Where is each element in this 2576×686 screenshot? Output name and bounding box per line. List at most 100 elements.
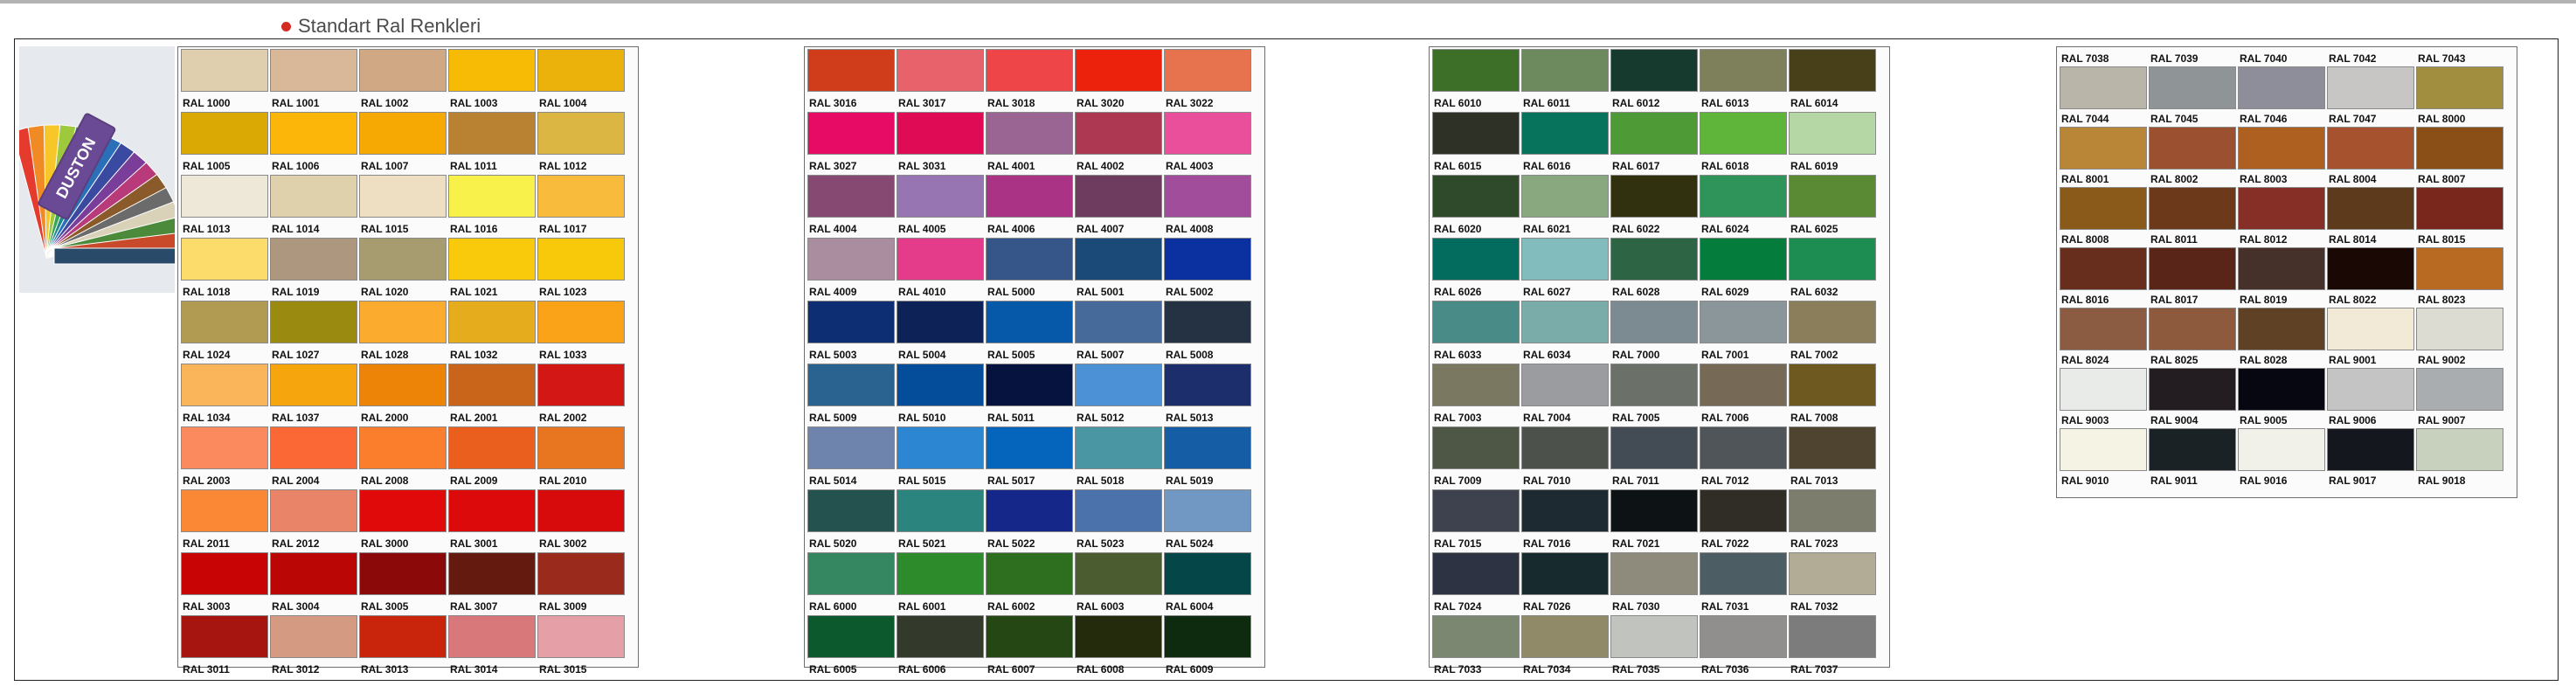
swatch-label: RAL 6026 (1434, 286, 1482, 298)
swatch-label: RAL 1028 (361, 349, 409, 361)
color-swatch-cell: RAL 2009 (448, 426, 536, 489)
swatch-label: RAL 8002 (2150, 173, 2199, 185)
color-swatch-cell: RAL 5002 (1164, 238, 1251, 301)
color-swatch-cell: RAL 6026 (1432, 238, 1520, 301)
swatch-label: RAL 6032 (1790, 286, 1839, 298)
color-swatch (1075, 489, 1162, 532)
color-swatch-cell: RAL 5018 (1075, 426, 1162, 489)
color-swatch-cell: RAL 5003 (807, 301, 895, 364)
color-swatch (2238, 368, 2325, 411)
color-swatch (1521, 552, 1609, 595)
color-swatch-cell: RAL 8007 (2416, 170, 2503, 230)
color-swatch (1700, 489, 1787, 532)
color-swatch (181, 615, 268, 658)
color-swatch-cell: RAL 8025 (2149, 350, 2236, 411)
ral-panel-2: RAL 3016 RAL 3017 RAL 3018 RAL 3020 RAL 3022… (804, 46, 1265, 675)
color-swatch-cell: RAL 7026 (1521, 552, 1609, 615)
swatch-label: RAL 3011 (183, 663, 230, 676)
color-swatch (1164, 615, 1251, 658)
color-swatch (2149, 66, 2236, 109)
swatch-label: RAL 1000 (183, 97, 231, 109)
color-swatch-cell: RAL 5001 (1075, 238, 1162, 301)
color-swatch (1521, 175, 1609, 218)
swatch-label: RAL 3031 (898, 160, 946, 172)
color-swatch-cell: RAL 5005 (986, 301, 1073, 364)
color-swatch (807, 552, 895, 595)
swatch-label: RAL 7032 (1790, 600, 1839, 613)
swatch-label: RAL 6008 (1077, 663, 1125, 676)
color-swatch (1789, 238, 1876, 281)
color-swatch-cell: RAL 7037 (1789, 615, 1876, 678)
swatch-label: RAL 6021 (1523, 223, 1571, 235)
color-swatch-cell: RAL 4001 (986, 112, 1073, 175)
color-swatch-cell: RAL 7031 (1700, 552, 1787, 615)
color-swatch-cell: RAL 3003 (181, 552, 268, 615)
color-swatch-cell: RAL 7040 (2238, 49, 2325, 109)
swatch-label: RAL 8022 (2329, 294, 2377, 306)
swatch-label: RAL 5010 (898, 412, 946, 424)
color-swatch (2416, 428, 2503, 471)
color-swatch-cell: RAL 7046 (2238, 109, 2325, 170)
color-swatch (2416, 127, 2503, 170)
swatch-label: RAL 5007 (1077, 349, 1125, 361)
color-swatch-cell: RAL 7021 (1610, 489, 1698, 552)
color-swatch-cell: RAL 9006 (2327, 411, 2414, 471)
color-swatch (1164, 238, 1251, 281)
color-swatch (897, 552, 984, 595)
color-swatch (1432, 49, 1520, 92)
color-swatch-cell: RAL 6009 (1164, 615, 1251, 678)
color-swatch (1610, 301, 1698, 343)
color-swatch (2327, 66, 2414, 109)
color-swatch (1610, 426, 1698, 469)
color-swatch-cell: RAL 8015 (2416, 230, 2503, 290)
color-swatch-cell: RAL 4006 (986, 175, 1073, 238)
color-swatch (2416, 247, 2503, 290)
swatch-label: RAL 5013 (1166, 412, 1214, 424)
swatch-label: RAL 9005 (2240, 414, 2288, 426)
color-swatch (1700, 364, 1787, 406)
swatch-label: RAL 4008 (1166, 223, 1214, 235)
swatch-label: RAL 1003 (450, 97, 498, 109)
color-swatch (181, 489, 268, 532)
swatch-label: RAL 2002 (539, 412, 587, 424)
color-swatch-cell: RAL 6029 (1700, 238, 1787, 301)
color-swatch (1700, 175, 1787, 218)
swatch-label: RAL 9010 (2061, 475, 2109, 487)
color-swatch (1789, 49, 1876, 92)
swatch-label: RAL 7023 (1790, 537, 1839, 550)
color-swatch-cell: RAL 7044 (2060, 109, 2147, 170)
color-swatch-cell: RAL 7030 (1610, 552, 1698, 615)
color-swatch (1164, 49, 1251, 92)
color-swatch (2327, 127, 2414, 170)
color-swatch-cell: RAL 2011 (181, 489, 268, 552)
color-swatch-cell: RAL 1023 (537, 238, 625, 301)
color-swatch (1521, 238, 1609, 281)
color-swatch (1521, 49, 1609, 92)
color-swatch (1610, 615, 1698, 658)
swatch-label: RAL 7013 (1790, 475, 1839, 487)
swatch-label: RAL 8014 (2329, 233, 2377, 246)
swatch-label: RAL 7012 (1701, 475, 1749, 487)
color-swatch (181, 364, 268, 406)
swatch-label: RAL 3022 (1166, 97, 1214, 109)
color-swatch-cell: RAL 5021 (897, 489, 984, 552)
color-swatch-cell: RAL 6010 (1432, 49, 1520, 112)
swatch-label: RAL 6002 (987, 600, 1035, 613)
color-swatch-cell: RAL 4008 (1164, 175, 1251, 238)
color-swatch (1075, 112, 1162, 155)
swatch-label: RAL 9007 (2418, 414, 2466, 426)
swatch-label: RAL 9004 (2150, 414, 2199, 426)
swatch-label: RAL 8024 (2061, 354, 2109, 366)
swatch-label: RAL 1005 (183, 160, 231, 172)
color-fan-image: DUSTON (11, 46, 186, 293)
color-swatch-cell: RAL 6014 (1789, 49, 1876, 112)
color-swatch-cell: RAL 7024 (1432, 552, 1520, 615)
swatch-label: RAL 7039 (2150, 52, 2199, 65)
color-swatch (2238, 247, 2325, 290)
color-swatch-cell: RAL 8011 (2149, 230, 2236, 290)
swatch-label: RAL 3017 (898, 97, 946, 109)
color-swatch-cell: RAL 7023 (1789, 489, 1876, 552)
color-swatch (1164, 426, 1251, 469)
swatch-label: RAL 5021 (898, 537, 946, 550)
color-swatch (1521, 112, 1609, 155)
